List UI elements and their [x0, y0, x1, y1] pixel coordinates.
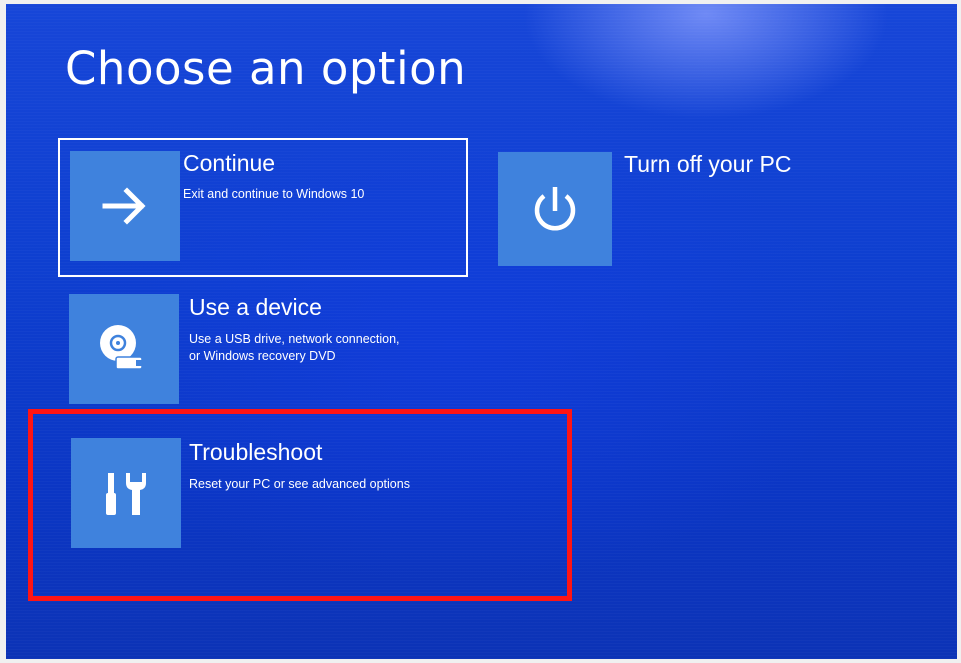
troubleshoot-highlight-box — [28, 409, 572, 601]
use-device-option[interactable]: Use a device Use a USB drive, network co… — [69, 294, 489, 414]
continue-label: Continue — [183, 150, 276, 176]
use-device-tile — [69, 294, 179, 404]
page-title: Choose an option — [65, 42, 467, 95]
turn-off-option[interactable]: Turn off your PC — [498, 151, 828, 272]
turn-off-tile — [498, 152, 612, 266]
turn-off-label: Turn off your PC — [624, 151, 792, 177]
use-device-label: Use a device — [189, 294, 322, 320]
use-device-description: Use a USB drive, network connection, or … — [189, 332, 400, 363]
arrow-right-icon — [102, 187, 146, 225]
recovery-screen: Choose an option Continue Exit and conti… — [6, 4, 957, 659]
continue-option[interactable]: Continue Exit and continue to Windows 10 — [58, 138, 468, 277]
continue-tile — [70, 151, 180, 261]
disc-drive-icon — [100, 325, 143, 370]
power-icon — [534, 187, 576, 231]
continue-description: Exit and continue to Windows 10 — [183, 187, 365, 201]
